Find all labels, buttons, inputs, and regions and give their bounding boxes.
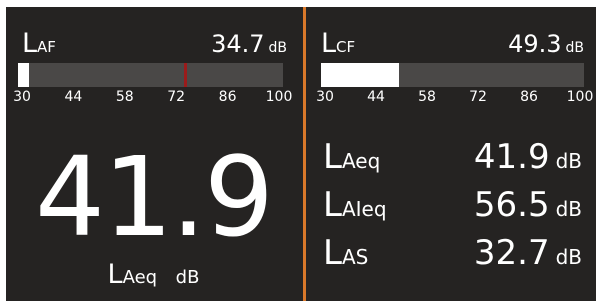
lcf-level-bar: [321, 63, 584, 87]
laf-level-bar: [18, 63, 283, 87]
reading-value-number: 56.5: [473, 185, 550, 225]
reading-value-unit: dB: [555, 197, 582, 221]
left-panel: LAF 34.7 dB 30 44 58 72 86 100 41.9 LAeq dB: [6, 7, 301, 301]
lcf-label-main: L: [321, 28, 337, 59]
scale-tick-label: 44: [64, 89, 83, 105]
big-reading-label: LAeq dB: [6, 259, 301, 294]
lcf-label-sub: CF: [336, 38, 356, 56]
scale-tick-label: 44: [367, 89, 385, 105]
reading-label: LAeq: [323, 137, 380, 181]
reading-value-number: 41.9: [473, 137, 550, 177]
reading-row-laeq: LAeq 41.9 dB: [307, 137, 596, 177]
reading-label-main: L: [323, 137, 342, 177]
lcf-scale: 30 44 58 72 86 100: [316, 89, 593, 105]
reading-label-main: L: [323, 233, 342, 273]
laf-peak-marker: [183, 63, 187, 87]
laf-label-main: L: [22, 28, 38, 59]
big-reading-value: 41.9: [35, 133, 274, 261]
big-reading-label-main: L: [107, 259, 123, 290]
reading-label: LAS: [323, 233, 368, 277]
scale-tick-label: 72: [469, 89, 487, 105]
laf-label: LAF: [22, 29, 56, 62]
scale-tick-label: 30: [316, 89, 334, 105]
big-reading-unit: dB: [175, 267, 200, 288]
scale-tick-label: 86: [218, 89, 237, 105]
reading-value-number: 32.7: [473, 233, 550, 273]
big-reading-label-sub: Aeq: [122, 267, 158, 288]
laf-value-unit: dB: [268, 40, 288, 56]
scale-tick-label: 100: [566, 89, 594, 105]
reading-label: LAIeq: [323, 185, 387, 229]
reading-value-unit: dB: [555, 149, 582, 173]
lcf-label: LCF: [321, 29, 355, 62]
lcf-value-number: 49.3: [508, 30, 562, 58]
laf-value: 34.7 dB: [211, 29, 287, 63]
laf-label-sub: AF: [37, 38, 56, 56]
reading-label-sub: AIeq: [341, 197, 387, 221]
reading-label-main: L: [323, 185, 342, 225]
reading-row-laieq: LAIeq 56.5 dB: [307, 185, 596, 225]
reading-label-sub: AS: [341, 245, 369, 269]
lcf-level-fill: [321, 63, 400, 87]
scale-tick-label: 72: [167, 89, 186, 105]
lcf-value: 49.3 dB: [508, 29, 584, 63]
scale-tick-label: 30: [13, 89, 31, 105]
sound-level-meter-screen: LAF 34.7 dB 30 44 58 72 86 100 41.9 LAeq dB LC…: [0, 0, 598, 306]
reading-row-las: LAS 32.7 dB: [307, 233, 596, 273]
scale-tick-label: 58: [418, 89, 436, 105]
right-panel: LCF 49.3 dB 30 44 58 72 86 100 LAeq 41.9 dB LAI…: [307, 7, 596, 301]
laf-value-number: 34.7: [211, 30, 265, 58]
scale-tick-label: 86: [520, 89, 538, 105]
scale-tick-label: 100: [265, 89, 293, 105]
reading-value: 56.5 dB: [474, 185, 582, 229]
reading-value: 32.7 dB: [474, 233, 582, 277]
laf-level-fill: [18, 63, 29, 87]
lcf-value-unit: dB: [565, 40, 585, 56]
laf-scale: 30 44 58 72 86 100: [13, 89, 292, 105]
divider-line: [303, 7, 306, 301]
reading-value-unit: dB: [555, 245, 582, 269]
scale-tick-label: 58: [115, 89, 134, 105]
reading-label-sub: Aeq: [341, 149, 381, 173]
reading-value: 41.9 dB: [474, 137, 582, 181]
